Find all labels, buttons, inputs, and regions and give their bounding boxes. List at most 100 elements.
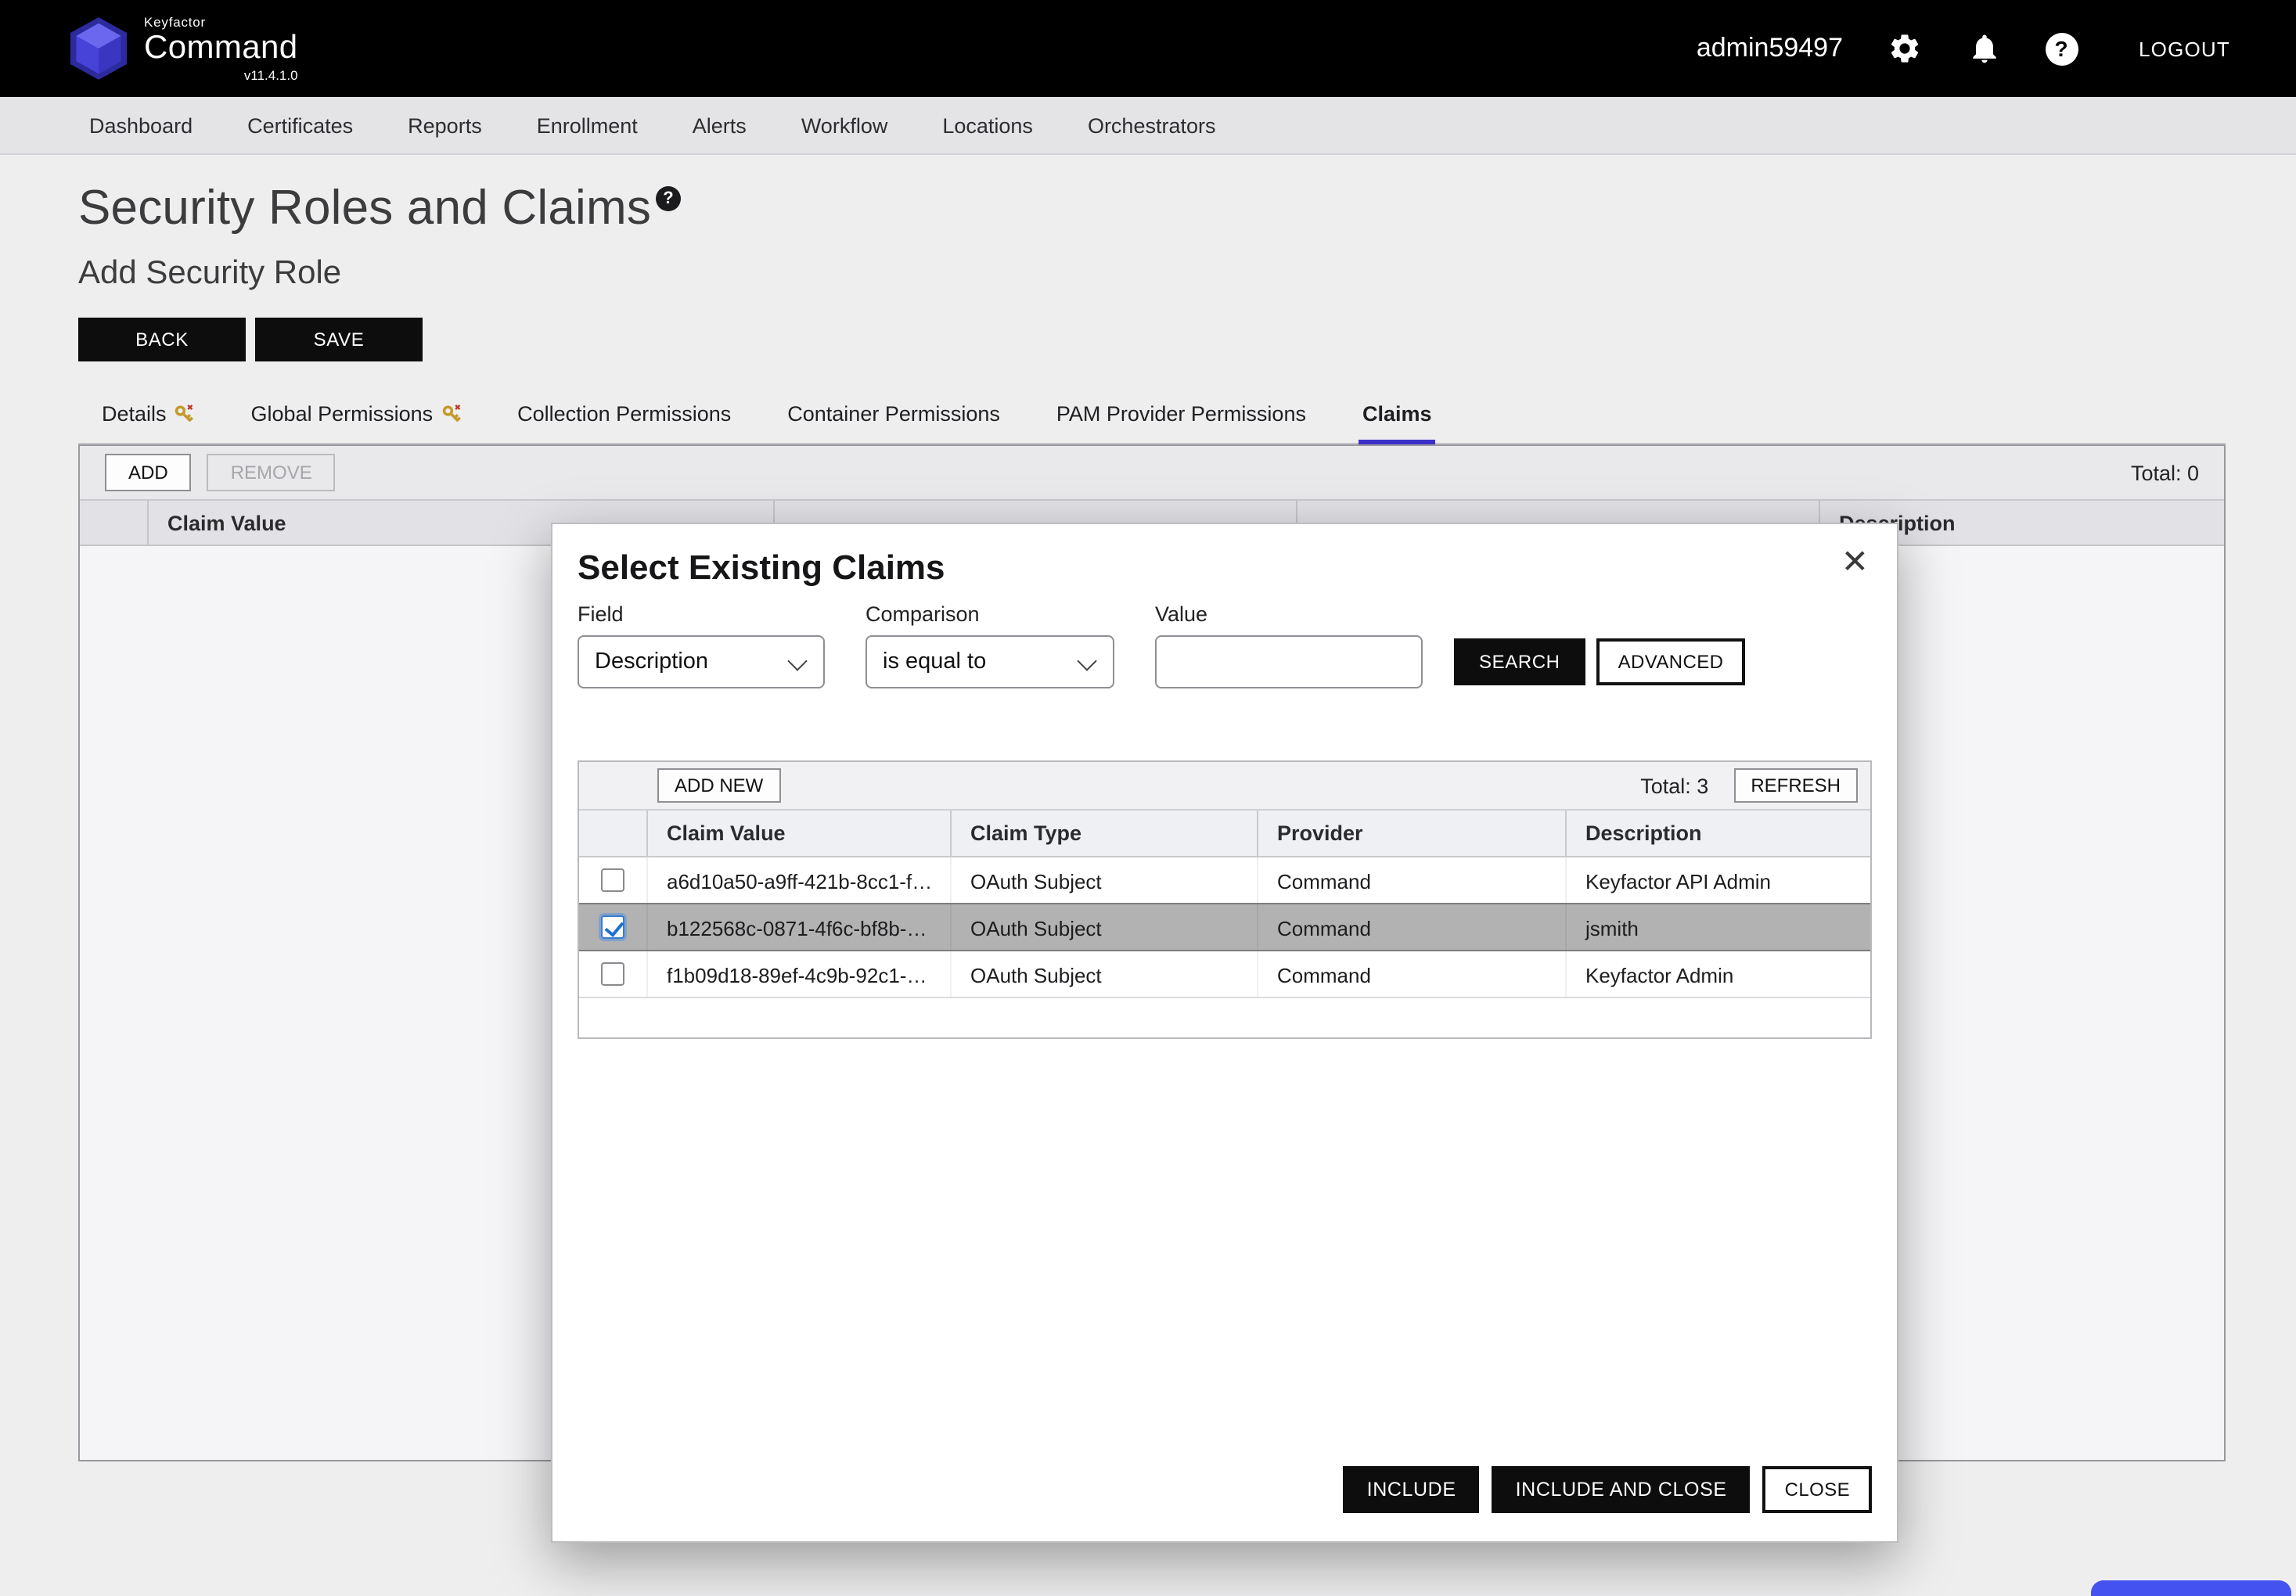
- search-button[interactable]: SEARCH: [1454, 638, 1585, 685]
- help-icon[interactable]: ?: [2045, 32, 2078, 65]
- close-icon[interactable]: ✕: [1841, 546, 1869, 581]
- keyfactor-hexagon-icon: [69, 16, 128, 81]
- claim-row-select-cell: [579, 904, 646, 950]
- refresh-button[interactable]: REFRESH: [1733, 768, 1858, 803]
- warning-key-icon: [175, 404, 195, 424]
- warning-key-icon: [441, 404, 461, 424]
- nav-item-dashboard[interactable]: Dashboard: [89, 113, 193, 137]
- brand-name: Keyfactor: [144, 15, 298, 28]
- claim-value-cell: f1b09d18-89ef-4c9b-92c1-…: [646, 951, 950, 997]
- value-group: Value: [1155, 602, 1423, 688]
- claim-row-select-cell: [579, 951, 646, 997]
- save-button[interactable]: SAVE: [255, 318, 423, 361]
- add-button[interactable]: ADD: [105, 454, 192, 491]
- claim-type-cell: OAuth Subject: [950, 904, 1257, 950]
- row-checkbox[interactable]: [601, 868, 624, 892]
- tab-label: Global Permissions: [251, 402, 434, 426]
- version-label: v11.4.1.0: [244, 69, 298, 82]
- claim-type-cell: OAuth Subject: [950, 951, 1257, 997]
- notifications-bell-icon[interactable]: [1965, 30, 2003, 67]
- nav-item-orchestrators[interactable]: Orchestrators: [1088, 113, 1216, 137]
- tab-details[interactable]: Details: [99, 390, 198, 444]
- action-row: BACK SAVE: [78, 318, 2226, 361]
- include-and-close-button[interactable]: INCLUDE AND CLOSE: [1492, 1466, 1751, 1513]
- modal-title: Select Existing Claims: [578, 546, 1872, 590]
- nav-item-alerts[interactable]: Alerts: [693, 113, 747, 137]
- tab-collection-permissions[interactable]: Collection Permissions: [514, 390, 734, 444]
- comparison-label: Comparison: [865, 602, 1114, 626]
- claim-value-cell: a6d10a50-a9ff-421b-8cc1-f…: [646, 857, 950, 903]
- field-select[interactable]: Description: [578, 635, 825, 688]
- nav: Dashboard Certificates Reports Enrollment Al…: [0, 97, 2296, 155]
- top-right-cluster: admin59497 ? LOGOUT: [1697, 30, 2230, 67]
- grid-column-description[interactable]: Description: [1565, 811, 1870, 856]
- username: admin59497: [1697, 33, 1843, 64]
- nav-item-certificates[interactable]: Certificates: [247, 113, 353, 137]
- grid-column-provider[interactable]: Provider: [1257, 811, 1565, 856]
- product-name: Command: [144, 31, 298, 64]
- tab-label: PAM Provider Permissions: [1056, 402, 1306, 426]
- comparison-group: Comparison is equal to: [865, 602, 1114, 688]
- value-input[interactable]: [1155, 635, 1423, 688]
- field-group: Field Description: [578, 602, 825, 688]
- tab-global-permissions[interactable]: Global Permissions: [248, 390, 465, 444]
- include-button[interactable]: INCLUDE: [1344, 1466, 1480, 1513]
- nav-item-workflow[interactable]: Workflow: [801, 113, 888, 137]
- app-window: Keyfactor Command v11.4.1.0 admin59497 ?…: [0, 0, 2296, 1596]
- tab-pam-provider-permissions[interactable]: PAM Provider Permissions: [1053, 390, 1309, 444]
- claim-row[interactable]: b122568c-0871-4f6c-bf8b-… OAuth Subject …: [579, 903, 1870, 951]
- add-new-button[interactable]: ADD NEW: [657, 768, 780, 803]
- claims-total: Total: 0: [2131, 461, 2199, 484]
- claim-type-cell: OAuth Subject: [950, 857, 1257, 903]
- chat-widget-peek[interactable]: [2091, 1580, 2291, 1596]
- claim-value-cell: b122568c-0871-4f6c-bf8b-…: [646, 904, 950, 950]
- value-label: Value: [1155, 602, 1423, 626]
- description-cell: Keyfactor API Admin: [1565, 857, 1870, 903]
- modal-footer: INCLUDE INCLUDE AND CLOSE CLOSE: [1344, 1466, 1872, 1513]
- field-label: Field: [578, 602, 825, 626]
- tab-label: Container Permissions: [787, 402, 1000, 426]
- provider-cell: Command: [1257, 857, 1565, 903]
- tab-label: Claims: [1362, 402, 1432, 426]
- logout-button[interactable]: LOGOUT: [2139, 37, 2230, 60]
- claims-panel-toolbar: ADD REMOVE Total: 0: [80, 446, 2224, 499]
- select-column-header: [80, 501, 147, 545]
- claims-grid-header: Claim Value Claim Type Provider Descript…: [579, 811, 1870, 857]
- grid-select-column-header: [579, 811, 646, 856]
- nav-item-enrollment[interactable]: Enrollment: [537, 113, 638, 137]
- remove-button[interactable]: REMOVE: [207, 454, 336, 491]
- description-cell: jsmith: [1565, 904, 1870, 950]
- row-checkbox[interactable]: [601, 915, 624, 939]
- claim-row[interactable]: f1b09d18-89ef-4c9b-92c1-… OAuth Subject …: [579, 951, 1870, 998]
- tab-claims[interactable]: Claims: [1359, 390, 1435, 444]
- grid-column-claim-type[interactable]: Claim Type: [950, 811, 1257, 856]
- tab-label: Details: [102, 402, 167, 426]
- grid-column-claim-value[interactable]: Claim Value: [646, 811, 950, 856]
- provider-cell: Command: [1257, 951, 1565, 997]
- select-existing-claims-modal: Select Existing Claims ✕ Field Descripti…: [551, 523, 1898, 1543]
- grid-total: Total: 3: [1640, 774, 1708, 797]
- comparison-select[interactable]: is equal to: [865, 635, 1114, 688]
- page-title: Security Roles and Claims?: [78, 180, 2226, 236]
- tab-label: Collection Permissions: [517, 402, 731, 426]
- advanced-button[interactable]: ADVANCED: [1596, 638, 1746, 685]
- claim-row[interactable]: a6d10a50-a9ff-421b-8cc1-f… OAuth Subject…: [579, 857, 1870, 904]
- claims-grid: ADD NEW Total: 3 REFRESH Claim Value Cla…: [578, 760, 1872, 1039]
- nav-item-reports[interactable]: Reports: [408, 113, 482, 137]
- close-button[interactable]: CLOSE: [1763, 1466, 1872, 1513]
- nav-item-locations[interactable]: Locations: [942, 113, 1033, 137]
- page-subtitle: Add Security Role: [78, 255, 2226, 293]
- top-bar: Keyfactor Command v11.4.1.0 admin59497 ?…: [0, 0, 2296, 97]
- back-button[interactable]: BACK: [78, 318, 246, 361]
- brand-logo[interactable]: Keyfactor Command v11.4.1.0: [69, 15, 298, 82]
- row-checkbox[interactable]: [601, 962, 624, 986]
- description-cell: Keyfactor Admin: [1565, 951, 1870, 997]
- modal-header: Select Existing Claims ✕: [578, 546, 1872, 590]
- claims-grid-body: a6d10a50-a9ff-421b-8cc1-f… OAuth Subject…: [579, 857, 1870, 998]
- settings-gear-icon[interactable]: [1885, 30, 1923, 67]
- page-help-icon[interactable]: ?: [656, 186, 681, 211]
- tabs: Details Global Permissions Collection Pe…: [78, 390, 2226, 444]
- tab-container-permissions[interactable]: Container Permissions: [784, 390, 1003, 444]
- claims-grid-toolbar: ADD NEW Total: 3 REFRESH: [579, 762, 1870, 811]
- claim-row-select-cell: [579, 857, 646, 903]
